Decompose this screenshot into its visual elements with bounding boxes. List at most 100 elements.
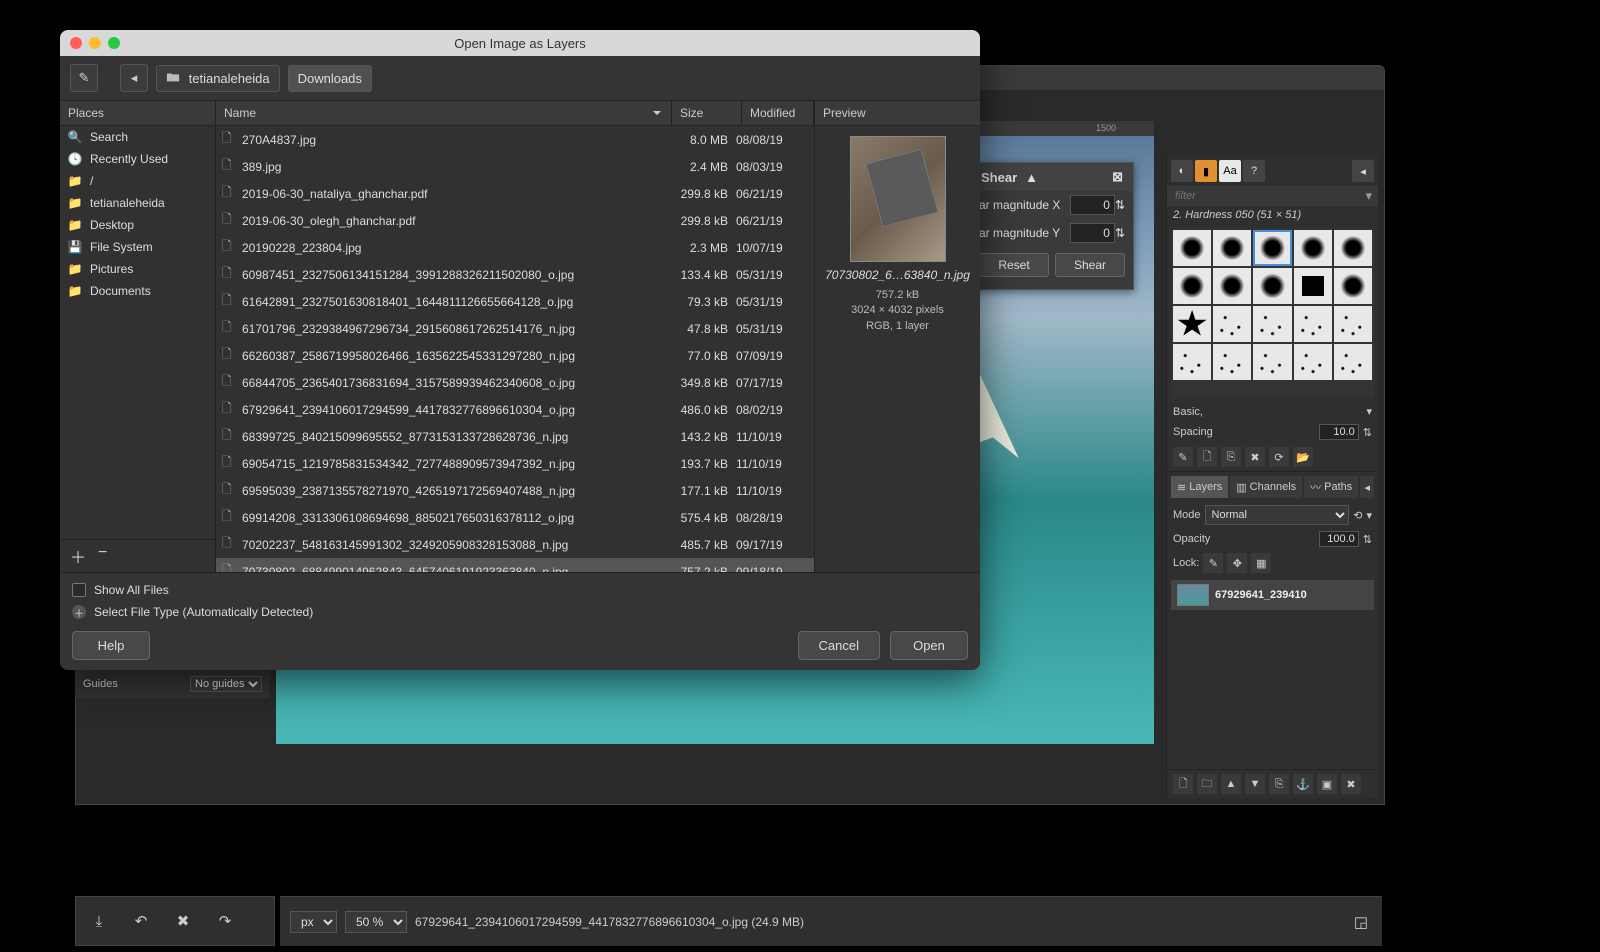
- file-row[interactable]: 🗋61642891_2327501630818401_1644811126655…: [216, 288, 814, 315]
- file-row[interactable]: 🗋70730802_688499014962843_64574061919233…: [216, 558, 814, 572]
- brush-swatch[interactable]: [1334, 344, 1372, 380]
- brush-swatch[interactable]: [1173, 306, 1211, 342]
- type-filename-icon[interactable]: ✎: [70, 64, 98, 92]
- help-button[interactable]: Help: [72, 631, 150, 660]
- place-item[interactable]: 📁Pictures: [60, 258, 215, 280]
- place-item[interactable]: 💾File System: [60, 236, 215, 258]
- file-row[interactable]: 🗋69595039_2387135578271970_4265197172569…: [216, 477, 814, 504]
- brush-swatch[interactable]: [1294, 344, 1332, 380]
- refresh-brush-icon[interactable]: ⟳: [1269, 447, 1289, 467]
- brush-swatch[interactable]: [1213, 268, 1251, 304]
- new-layer-icon[interactable]: 🗋: [1173, 774, 1193, 794]
- brush-swatch[interactable]: [1294, 306, 1332, 342]
- mode-select[interactable]: Normal: [1205, 505, 1350, 525]
- brushes-grid[interactable]: [1171, 228, 1374, 398]
- brush-swatch[interactable]: [1294, 230, 1332, 266]
- collapse-icon[interactable]: ▲: [1025, 170, 1038, 185]
- tab-layers[interactable]: ≋Layers: [1171, 476, 1228, 498]
- stepper-icon[interactable]: ⇅: [1363, 533, 1372, 546]
- brush-swatch[interactable]: [1334, 230, 1372, 266]
- opacity-input[interactable]: [1319, 531, 1359, 547]
- lock-position-icon[interactable]: ✥: [1227, 553, 1247, 573]
- file-row[interactable]: 🗋61701796_2329384967296734_2915608617262…: [216, 315, 814, 342]
- brushes-tab-icon[interactable]: ◐: [1171, 160, 1193, 182]
- file-row[interactable]: 🗋68399725_840215099695552_87731531337286…: [216, 423, 814, 450]
- edit-brush-icon[interactable]: ✎: [1173, 447, 1193, 467]
- brush-swatch[interactable]: [1253, 306, 1291, 342]
- brush-swatch[interactable]: [1253, 344, 1291, 380]
- brush-swatch[interactable]: [1173, 344, 1211, 380]
- file-row[interactable]: 🗋66260387_2586719958026466_1635622545331…: [216, 342, 814, 369]
- file-row[interactable]: 🗋270A4837.jpg8.0 MB08/08/19: [216, 126, 814, 153]
- dock-menu-icon[interactable]: ◂: [1360, 476, 1374, 498]
- minimize-window-icon[interactable]: [89, 37, 101, 49]
- dock-menu-icon[interactable]: ◂: [1352, 160, 1374, 182]
- place-item[interactable]: 📁Desktop: [60, 214, 215, 236]
- brush-swatch[interactable]: [1253, 268, 1291, 304]
- delete-brush-icon[interactable]: ✖: [1245, 447, 1265, 467]
- stepper-icon[interactable]: ⇅: [1363, 426, 1372, 439]
- delete-icon[interactable]: ✖: [172, 910, 194, 932]
- brush-swatch[interactable]: [1213, 306, 1251, 342]
- files-list[interactable]: 🗋270A4837.jpg8.0 MB08/08/19🗋389.jpg2.4 M…: [216, 126, 814, 572]
- brush-swatch[interactable]: [1294, 268, 1332, 304]
- col-name-header[interactable]: Name: [216, 101, 672, 125]
- brush-swatch[interactable]: [1173, 268, 1211, 304]
- file-row[interactable]: 🗋66844705_2365401736831694_3157589939462…: [216, 369, 814, 396]
- merge-layer-icon[interactable]: ⚓: [1293, 774, 1313, 794]
- show-all-checkbox[interactable]: [72, 583, 86, 597]
- new-group-icon[interactable]: 🗀: [1197, 774, 1217, 794]
- close-window-icon[interactable]: [70, 37, 82, 49]
- add-bookmark-icon[interactable]: ＋: [70, 544, 86, 568]
- nav-icon[interactable]: ◲: [1350, 911, 1372, 933]
- file-row[interactable]: 🗋389.jpg2.4 MB08/03/19: [216, 153, 814, 180]
- shear-x-input[interactable]: [1070, 195, 1115, 215]
- file-type-row[interactable]: ＋ Select File Type (Automatically Detect…: [72, 605, 968, 619]
- tab-paths[interactable]: 〰Paths: [1304, 476, 1358, 498]
- place-item[interactable]: 📁Documents: [60, 280, 215, 302]
- brush-swatch[interactable]: [1213, 344, 1251, 380]
- save-icon[interactable]: ⤓: [88, 910, 110, 932]
- show-all-row[interactable]: Show All Files: [72, 583, 968, 597]
- brush-swatch[interactable]: [1334, 306, 1372, 342]
- dialog-titlebar[interactable]: Open Image as Layers: [60, 30, 980, 56]
- breadcrumb-home[interactable]: tetianaleheida: [156, 65, 280, 92]
- new-brush-icon[interactable]: 🗋: [1197, 447, 1217, 467]
- shear-reset-button[interactable]: Reset: [979, 253, 1049, 277]
- cancel-button[interactable]: Cancel: [798, 631, 880, 660]
- zoom-select[interactable]: 50 %: [345, 911, 407, 933]
- open-brush-icon[interactable]: 📂: [1293, 447, 1313, 467]
- place-item[interactable]: 📁/: [60, 170, 215, 192]
- open-button[interactable]: Open: [890, 631, 968, 660]
- delete-layer-icon[interactable]: ✖: [1341, 774, 1361, 794]
- place-item[interactable]: 📁tetianaleheida: [60, 192, 215, 214]
- layer-row[interactable]: 67929641_239410: [1171, 580, 1374, 610]
- brush-swatch[interactable]: [1334, 268, 1372, 304]
- lower-layer-icon[interactable]: ▼: [1245, 774, 1265, 794]
- maximize-window-icon[interactable]: [108, 37, 120, 49]
- file-row[interactable]: 🗋69914208_3313306108694698_8850217650316…: [216, 504, 814, 531]
- file-row[interactable]: 🗋2019-06-30_olegh_ghanchar.pdf299.8 kB06…: [216, 207, 814, 234]
- brush-swatch[interactable]: [1213, 230, 1251, 266]
- brush-filter-input[interactable]: [1173, 189, 1365, 203]
- col-mod-header[interactable]: Modified: [742, 101, 814, 125]
- redo-icon[interactable]: ↷: [214, 910, 236, 932]
- place-item[interactable]: 🔍Search: [60, 126, 215, 148]
- fonts-tab-icon[interactable]: Aa: [1219, 160, 1241, 182]
- file-row[interactable]: 🗋20190228_223804.jpg2.3 MB10/07/19: [216, 234, 814, 261]
- patterns-tab-icon[interactable]: ▮: [1195, 160, 1217, 182]
- shear-apply-button[interactable]: Shear: [1055, 253, 1125, 277]
- guides-select[interactable]: No guides: [190, 676, 262, 692]
- stepper-icon[interactable]: ⇅: [1115, 226, 1125, 240]
- lock-alpha-icon[interactable]: ▦: [1251, 553, 1271, 573]
- back-icon[interactable]: ◂: [120, 64, 148, 92]
- tab-channels[interactable]: ▥Channels: [1230, 476, 1302, 498]
- help-tab-icon[interactable]: ?: [1243, 160, 1265, 182]
- file-row[interactable]: 🗋2019-06-30_nataliya_ghanchar.pdf299.8 k…: [216, 180, 814, 207]
- unit-select[interactable]: px: [290, 911, 337, 933]
- brush-swatch[interactable]: [1253, 230, 1291, 266]
- place-item[interactable]: 🕓Recently Used: [60, 148, 215, 170]
- duplicate-brush-icon[interactable]: ⎘: [1221, 447, 1241, 467]
- chevron-down-icon[interactable]: ▾: [1366, 509, 1372, 522]
- file-row[interactable]: 🗋70202237_548163145991302_32492059083281…: [216, 531, 814, 558]
